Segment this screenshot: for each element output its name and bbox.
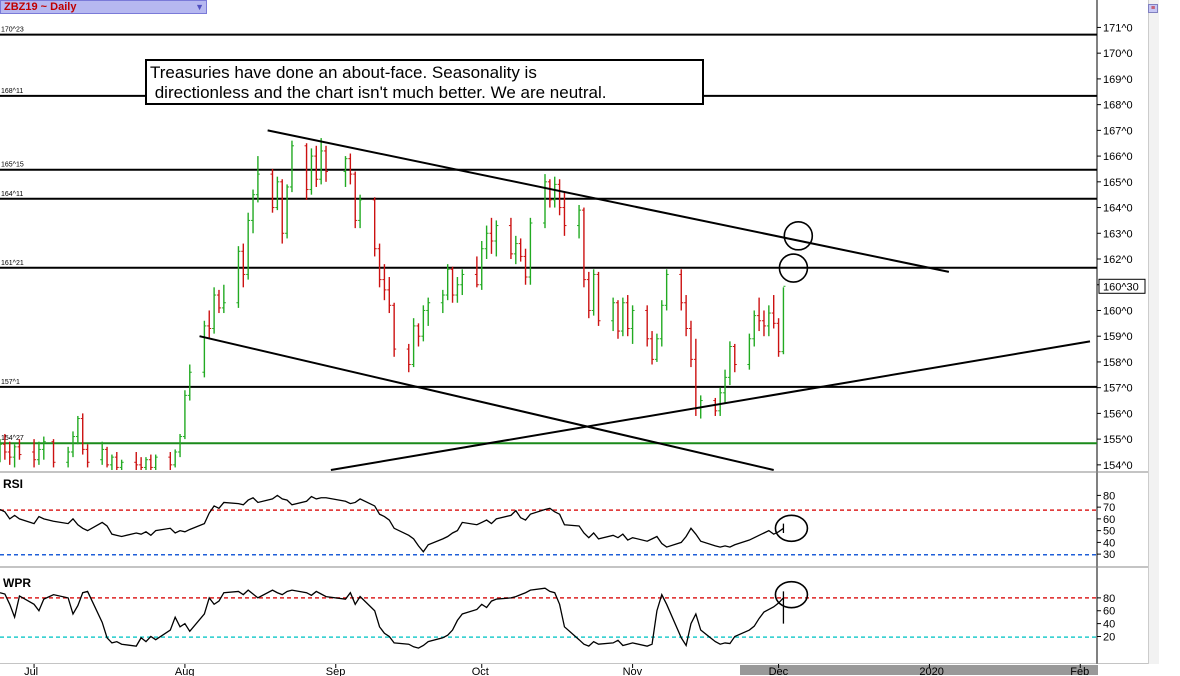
symbol-title: ZBZ19 ~ Daily xyxy=(4,1,77,13)
commentary-box: Treasuries have done an about-face. Seas… xyxy=(145,59,704,105)
chevron-down-icon[interactable]: ▼ xyxy=(195,1,204,13)
price-tick-label: 169^0 xyxy=(1103,74,1133,86)
last-price-label: 160^30 xyxy=(1103,281,1139,293)
time-tick-label: 2020 xyxy=(919,666,943,676)
price-tick-label: 156^0 xyxy=(1103,408,1133,420)
indicator-tick-label: 30 xyxy=(1103,549,1115,561)
time-tick-label: Nov xyxy=(623,666,643,676)
indicator-tick-label: 50 xyxy=(1103,526,1115,538)
price-tick-label: 165^0 xyxy=(1103,177,1133,189)
indicator-tick-label: 60 xyxy=(1103,514,1115,526)
time-tick-label: Jul xyxy=(24,666,38,676)
level-label: 168^11 xyxy=(1,88,23,95)
price-tick-label: 167^0 xyxy=(1103,125,1133,137)
time-tick-label: Dec xyxy=(769,666,789,676)
price-tick-label: 160^0 xyxy=(1103,305,1133,317)
vertical-scrollbar[interactable] xyxy=(1148,0,1159,664)
time-tick-label: Feb xyxy=(1070,666,1089,676)
price-tick-label: 158^0 xyxy=(1103,357,1133,369)
commentary-line-2: directionless and the chart isn't much b… xyxy=(150,83,607,102)
indicator-tick-label: 60 xyxy=(1103,606,1115,618)
price-tick-label: 162^0 xyxy=(1103,254,1133,266)
indicator-name: WPR xyxy=(3,576,31,590)
commentary-line-1: Treasuries have done an about-face. Seas… xyxy=(150,63,537,82)
price-tick-label: 157^0 xyxy=(1103,383,1133,395)
flag-icon[interactable]: ≡ xyxy=(1148,4,1158,13)
time-tick-label: Sep xyxy=(326,666,346,676)
indicator-tick-label: 80 xyxy=(1103,490,1115,502)
indicator-tick-label: 80 xyxy=(1103,593,1115,605)
time-axis[interactable]: Jul Aug Sep Oct Nov Dec 2020 Feb xyxy=(0,664,1148,676)
time-tick-label: Aug xyxy=(175,666,195,676)
indicator-tick-label: 20 xyxy=(1103,631,1115,643)
indicator-tick-label: 70 xyxy=(1103,502,1115,514)
price-tick-label: 166^0 xyxy=(1103,151,1133,163)
level-label: 161^21 xyxy=(1,260,24,267)
price-tick-label: 171^0 xyxy=(1103,22,1133,34)
price-tick-label: 159^0 xyxy=(1103,331,1133,343)
price-tick-label: 154^0 xyxy=(1103,460,1133,472)
price-tick-label: 170^0 xyxy=(1103,48,1133,60)
price-tick-label: 155^0 xyxy=(1103,434,1133,446)
level-label: 164^11 xyxy=(1,191,23,198)
time-tick-label: Oct xyxy=(472,666,489,676)
symbol-selector[interactable]: ZBZ19 ~ Daily ▼ xyxy=(0,0,207,14)
level-label: 165^15 xyxy=(1,162,24,169)
indicator-tick-label: 40 xyxy=(1103,619,1115,631)
price-tick-label: 164^0 xyxy=(1103,203,1133,215)
level-label: 170^23 xyxy=(1,27,24,34)
indicator-tick-label: 40 xyxy=(1103,537,1115,549)
level-label: 157^1 xyxy=(1,379,20,386)
indicator-name: RSI xyxy=(3,477,23,491)
price-tick-label: 168^0 xyxy=(1103,100,1133,112)
price-tick-label: 163^0 xyxy=(1103,228,1133,240)
